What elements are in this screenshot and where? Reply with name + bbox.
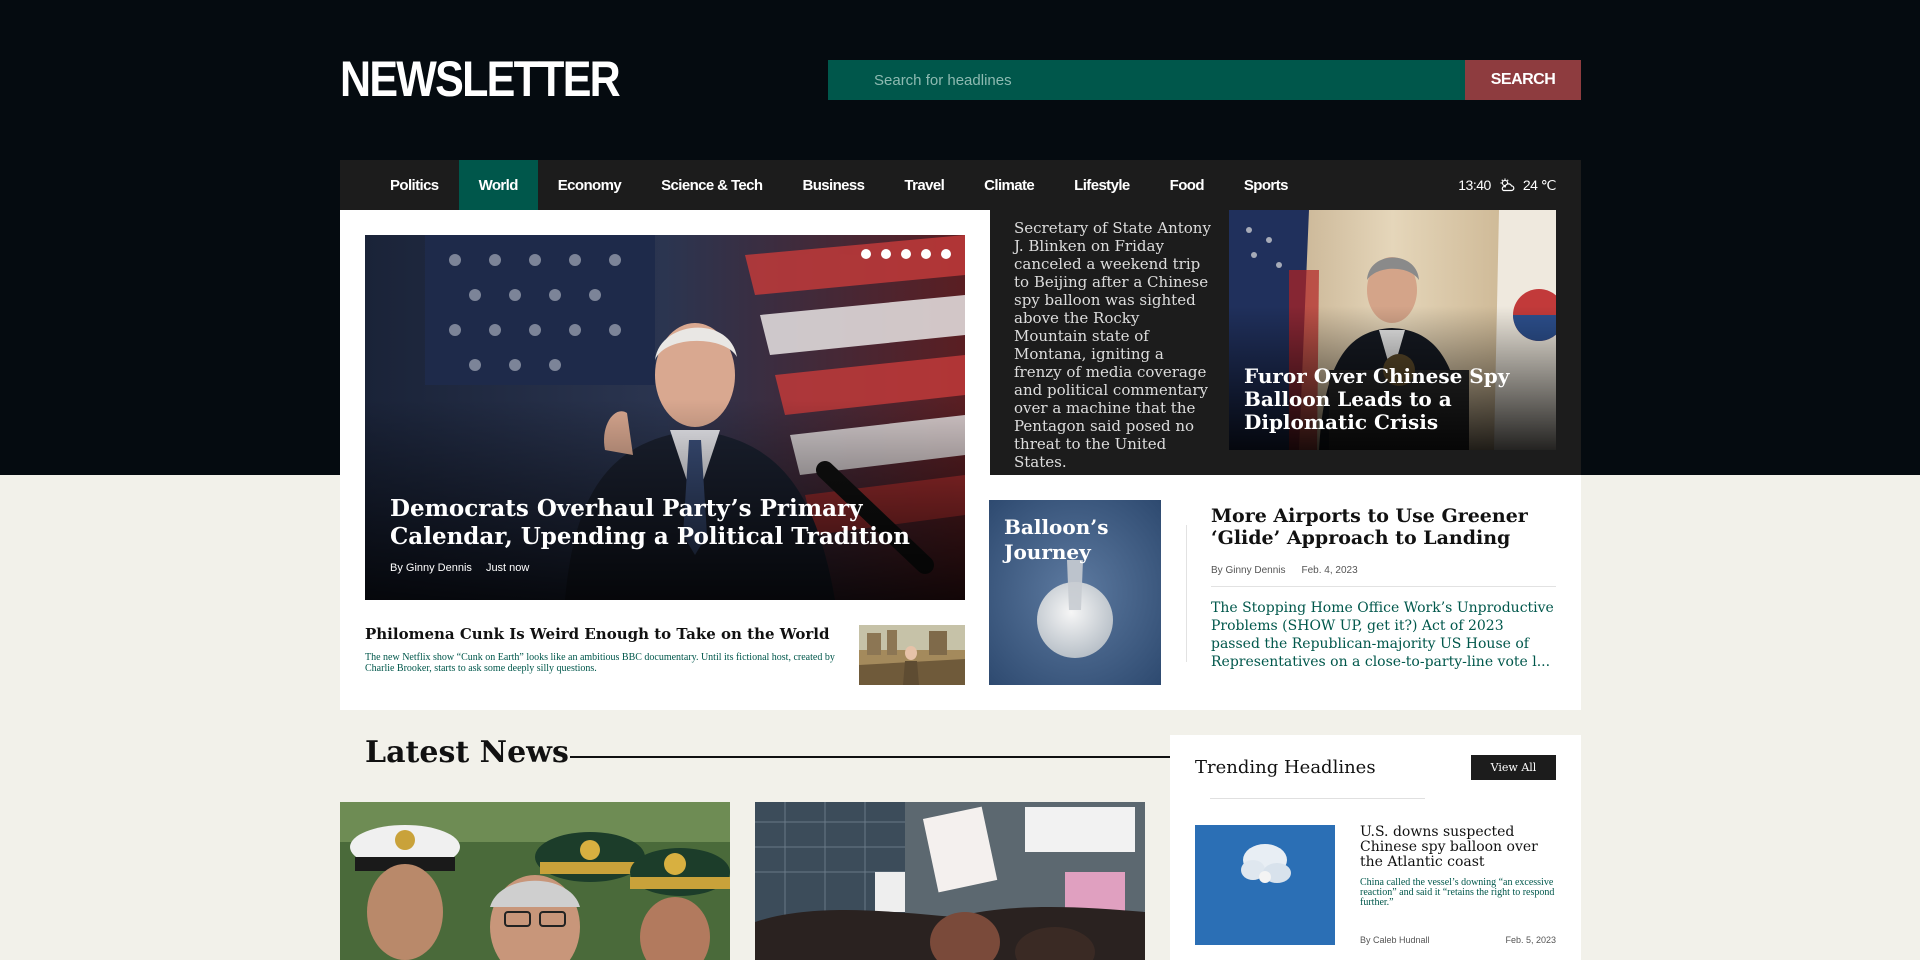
nav-item-science-tech[interactable]: Science & Tech: [641, 160, 782, 210]
military-photo: [340, 802, 730, 960]
hero-author[interactable]: By Ginny Dennis: [390, 562, 472, 574]
cunk-summary: The new Netflix show “Cunk on Earth” loo…: [365, 652, 835, 674]
search-input[interactable]: [828, 60, 1465, 100]
search-bar: SEARCH: [828, 60, 1581, 100]
time-weather: 13:40 24 ℃: [1458, 160, 1556, 210]
cunk-article[interactable]: Philomena Cunk Is Weird Enough to Take o…: [365, 620, 965, 685]
divider: [1211, 586, 1556, 587]
blinken-story[interactable]: Furor Over Chinese Spy Balloon Leads to …: [1229, 210, 1556, 450]
airports-meta: By Ginny Dennis Feb. 4, 2023: [1211, 565, 1556, 576]
trending-heading: Trending Headlines: [1195, 757, 1376, 778]
slider-dot[interactable]: [941, 249, 951, 259]
nav-item-business[interactable]: Business: [782, 160, 884, 210]
trending-author[interactable]: By Caleb Hudnall: [1360, 935, 1430, 945]
hero-meta: By Ginny Dennis Just now: [390, 562, 529, 574]
airports-title[interactable]: More Airports to Use Greener ‘Glide’ App…: [1211, 505, 1556, 549]
nav-item-politics[interactable]: Politics: [370, 160, 459, 210]
nav-item-economy[interactable]: Economy: [538, 160, 641, 210]
trending-thumbnail[interactable]: [1195, 825, 1335, 945]
hero-title[interactable]: Democrats Overhaul Party’s Primary Calen…: [390, 495, 930, 551]
search-button[interactable]: SEARCH: [1465, 60, 1581, 100]
protest-photo: [755, 802, 1145, 960]
airports-author[interactable]: By Ginny Dennis: [1211, 565, 1285, 576]
nav-item-travel[interactable]: Travel: [884, 160, 964, 210]
cunk-title[interactable]: Philomena Cunk Is Weird Enough to Take o…: [365, 625, 835, 643]
blinken-title[interactable]: Furor Over Chinese Spy Balloon Leads to …: [1244, 365, 1534, 434]
main-nav: Politics World Economy Science & Tech Busine…: [340, 160, 1581, 210]
hero-slide[interactable]: Democrats Overhaul Party’s Primary Calen…: [365, 235, 965, 600]
airports-summary[interactable]: The Stopping Home Office Work’s Unproduc…: [1211, 599, 1556, 671]
slider-dot[interactable]: [861, 249, 871, 259]
temperature: 24 ℃: [1522, 176, 1557, 193]
nav-item-climate[interactable]: Climate: [964, 160, 1054, 210]
airports-article[interactable]: More Airports to Use Greener ‘Glide’ App…: [1211, 505, 1556, 671]
nav-item-sports[interactable]: Sports: [1224, 160, 1308, 210]
nav-list: Politics World Economy Science & Tech Busine…: [370, 160, 1308, 210]
trending-panel: Trending Headlines View All U.S. downs s…: [1170, 735, 1581, 960]
view-all-button[interactable]: View All: [1471, 755, 1556, 780]
hero-time: Just now: [485, 562, 530, 574]
nav-item-lifestyle[interactable]: Lifestyle: [1054, 160, 1149, 210]
blinken-summary: Secretary of State Antony J. Blinken on …: [1014, 219, 1211, 471]
latest-news-card[interactable]: [755, 802, 1145, 960]
trending-summary: China called the vessel’s downing “an ex…: [1360, 877, 1555, 908]
partly-cloudy-icon: [1499, 178, 1515, 192]
balloon-label: Balloon’s Journey: [1004, 515, 1109, 564]
trending-title[interactable]: U.S. downs suspected Chinese spy balloon…: [1360, 825, 1560, 870]
slider-dot[interactable]: [921, 249, 931, 259]
latest-news-heading: Latest News: [365, 735, 569, 770]
slider-dot[interactable]: [881, 249, 891, 259]
current-time: 13:40: [1458, 177, 1491, 193]
latest-news-card[interactable]: [340, 802, 730, 960]
slider-dot[interactable]: [901, 249, 911, 259]
divider: [1210, 798, 1425, 799]
divider: [1186, 525, 1187, 662]
site-logo[interactable]: NEWSLETTER: [340, 50, 621, 108]
nav-item-world[interactable]: World: [458, 160, 538, 210]
cunk-thumbnail[interactable]: [859, 625, 965, 685]
nav-item-food[interactable]: Food: [1150, 160, 1224, 210]
airports-date: Feb. 4, 2023: [1301, 565, 1358, 576]
trending-date: Feb. 5, 2023: [1505, 935, 1556, 945]
slider-dots: [861, 249, 951, 259]
balloon-journey-card[interactable]: Balloon’s Journey: [989, 500, 1161, 685]
